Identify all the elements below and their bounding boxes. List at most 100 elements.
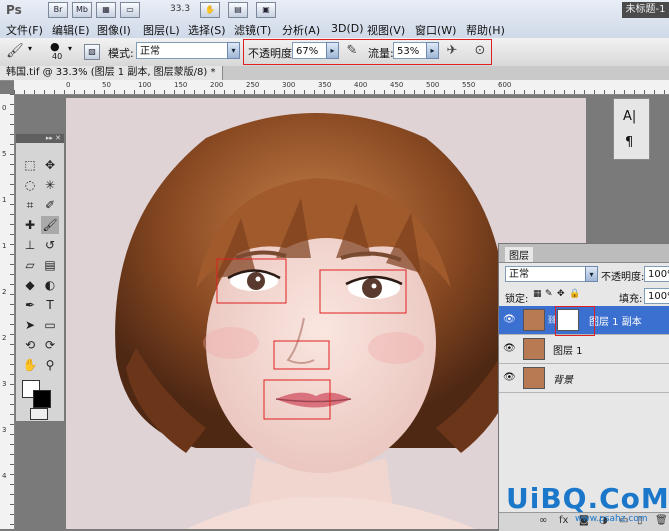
ruler-number: 1 [2,242,7,250]
zoom-tool-icon[interactable]: ⚲ [41,356,59,374]
type-tool-icon[interactable]: T [41,296,59,314]
delete-layer-icon[interactable]: 🗑 [655,515,668,526]
layer-row-background[interactable]: 👁 背景 [499,364,669,393]
arrange-documents-icon[interactable]: ▤ [228,2,248,18]
zoom-level-icon[interactable]: ▭ [120,2,140,18]
ruler-number: 250 [246,81,260,89]
ruler-number: 400 [354,81,368,89]
layers-tab[interactable]: 图层 [505,247,533,262]
menu-3d[interactable]: 3D(D) [331,22,364,35]
menu-help[interactable]: 帮助(H) [466,22,505,38]
ruler-number: 2 [2,334,7,342]
ruler-number: 100 [138,81,152,89]
menu-filter[interactable]: 滤镜(T) [234,22,271,38]
ruler-number: 50 [102,81,111,89]
layer-opacity-input[interactable]: 100% [644,266,669,282]
document-tab-bar: 韩国.tif @ 33.3% (图层 1 副本, 图层蒙版/8) * [0,66,669,81]
lock-position-icon[interactable]: ✥ [557,289,565,299]
layer-name[interactable]: 背景 [553,371,573,386]
shape-tool-icon[interactable]: ▭ [41,316,59,334]
layer-thumbnail [523,309,545,331]
watermark-logo: UiBQ.CoM [506,482,669,515]
menu-file[interactable]: 文件(F) [6,22,43,38]
dropdown-arrow-icon[interactable]: ▾ [28,44,32,53]
mode-select[interactable]: 正常 [136,42,240,59]
annotation-box-options [243,39,492,65]
lock-image-icon[interactable]: ✎ [545,289,553,299]
menu-image[interactable]: 图像(I) [97,22,131,38]
layer-thumbnail [523,338,545,360]
menu-edit[interactable]: 编辑(E) [52,22,90,38]
blend-mode-dropdown-icon[interactable]: ▾ [585,266,598,282]
marquee-tool-icon[interactable]: ⬚ [21,156,39,174]
quick-mask-icon[interactable] [30,408,48,420]
ruler-number: 500 [426,81,440,89]
watermark-url: www.psahz.com [575,514,648,524]
brush-tool-icon[interactable]: 🖌 [6,43,24,59]
ruler-number: 0 [2,104,7,112]
brush-panel-icon[interactable]: ▧ [84,44,100,60]
tools-panel-header[interactable]: ▸▸ ✕ [16,134,64,143]
dodge-tool-icon[interactable]: ◐ [41,276,59,294]
menu-layer[interactable]: 图层(L) [143,22,180,38]
brush-tool-icon[interactable]: 🖌 [41,216,59,234]
3d-orbit-tool-icon[interactable]: ⟳ [41,336,59,354]
blend-mode-select[interactable]: 正常 [505,266,597,282]
eyedropper-tool-icon[interactable]: ✐ [41,196,59,214]
menu-analysis[interactable]: 分析(A) [282,22,320,38]
magic-wand-tool-icon[interactable]: ✳ [41,176,59,194]
bridge-icon[interactable]: Br [48,2,68,18]
paragraph-panel-icon[interactable]: ¶ [625,135,633,150]
ruler-number: 4 [2,472,7,480]
fill-label: 填充: [619,294,643,305]
mode-dropdown-icon[interactable]: ▾ [227,42,240,59]
history-brush-tool-icon[interactable]: ↺ [41,236,59,254]
clone-stamp-tool-icon[interactable]: ⊥ [21,236,39,254]
mini-bridge-icon[interactable]: Mb [72,2,92,18]
gradient-tool-icon[interactable]: ▤ [41,256,59,274]
lasso-tool-icon[interactable]: ◌ [21,176,39,194]
ruler-number: 450 [390,81,404,89]
window-badge[interactable]: 未标题-1 [622,2,669,18]
blur-tool-icon[interactable]: ◆ [21,276,39,294]
lock-transparent-icon[interactable]: ▦ [533,289,542,299]
visibility-eye-icon[interactable]: 👁 [503,343,516,355]
view-extras-icon[interactable]: ▦ [96,2,116,18]
ruler-number: 300 [282,81,296,89]
layer-name[interactable]: 图层 1 副本 [589,313,642,328]
brush-preset-arrow-icon[interactable]: ▾ [68,44,72,53]
visibility-eye-icon[interactable]: 👁 [503,314,516,326]
character-panel-icon[interactable]: A| [623,109,636,124]
lock-all-icon[interactable]: 🔒 [569,289,580,299]
3d-rotate-tool-icon[interactable]: ⟲ [21,336,39,354]
background-color-swatch[interactable] [33,390,51,408]
layer-style-icon[interactable]: fx [559,515,568,526]
move-tool-icon[interactable]: ✥ [41,156,59,174]
path-selection-tool-icon[interactable]: ➤ [21,316,39,334]
ruler-number: 5 [2,150,7,158]
ruler-number: 3 [2,426,7,434]
pen-tool-icon[interactable]: ✒ [21,296,39,314]
crop-tool-icon[interactable]: ⌗ [21,196,39,214]
screen-mode-icon[interactable]: ▣ [256,2,276,18]
horizontal-ruler[interactable]: 0 50 100 150 200 250 300 350 400 450 500… [14,80,669,95]
vertical-ruler[interactable]: 0 5 1 1 2 2 3 3 4 [0,94,15,529]
layer-name[interactable]: 图层 1 [553,342,583,357]
eraser-tool-icon[interactable]: ▱ [21,256,39,274]
layers-panel-tabbar: 图层 [499,244,669,263]
visibility-eye-icon[interactable]: 👁 [503,372,516,384]
brush-size[interactable]: 40 [52,52,62,61]
menu-window[interactable]: 窗口(W) [415,22,456,38]
fill-input[interactable]: 100% [644,288,669,304]
menu-select[interactable]: 选择(S) [188,22,226,38]
zoom-level[interactable]: 33.3 [170,4,190,14]
document-tab[interactable]: 韩国.tif @ 33.3% (图层 1 副本, 图层蒙版/8) * [0,66,223,80]
layer-row-layer1[interactable]: 👁 图层 1 [499,335,669,364]
menu-view[interactable]: 视图(V) [367,22,405,38]
layer-opacity-label: 不透明度: [601,272,645,283]
link-layers-icon[interactable]: ∞ [539,515,547,526]
options-bar: 🖌 ▾ ● 40 ▾ ▧ 模式: 正常 ▾ 不透明度: 67% ▸ ✎ 流量: … [0,38,669,67]
healing-brush-tool-icon[interactable]: ✚ [21,216,39,234]
hand-tool-icon[interactable]: ✋ [21,356,39,374]
hand-tool-icon[interactable]: ✋ [200,2,220,18]
